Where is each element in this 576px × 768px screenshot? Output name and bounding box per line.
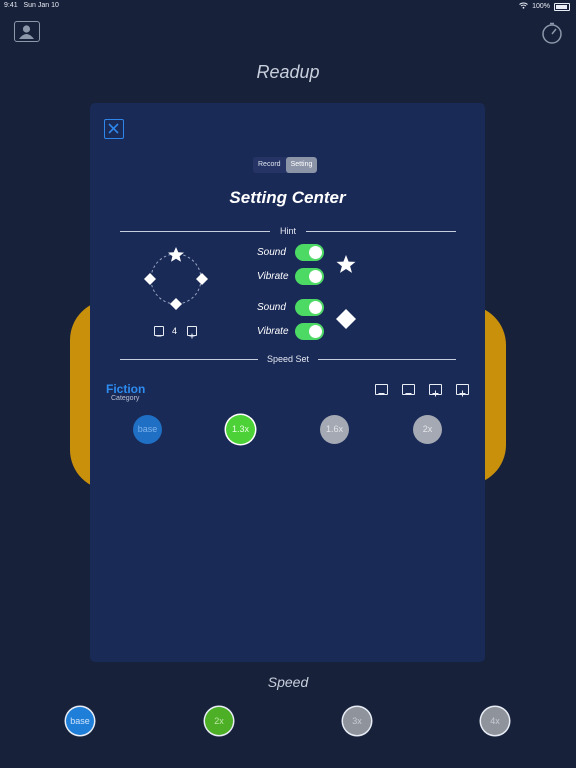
bottom-speed-3x[interactable]: 3x [343,707,371,735]
hint-divider-left [120,231,270,232]
formation-circle [150,253,202,305]
diamond-vibrate-toggle[interactable] [295,323,324,340]
decrement-button[interactable] [154,326,164,337]
settings-panel [90,103,485,662]
speed-option-1.6x[interactable]: 1.6x [320,415,349,444]
formation-diagram [144,247,208,310]
speedset-divider-right [318,359,456,360]
star-icon [168,247,184,262]
hint-divider-right [306,231,456,232]
hint-label: Hint [279,226,296,236]
minus-icon [405,393,412,394]
counter-value: 4 [172,326,178,336]
increment-button[interactable] [187,326,197,339]
diamond-vibrate-label: Vibrate [257,326,289,337]
status-time-date: 9:41 Sun Jan 10 [4,2,59,9]
timer-button[interactable] [540,21,564,45]
plus-icon [432,390,439,397]
category-caption: Category [111,395,140,402]
speed-plus-button-2[interactable] [456,384,469,397]
speed-option-base[interactable]: base [133,415,162,444]
speed-plus-button-1[interactable] [429,384,442,397]
tab-setting[interactable]: Setting [285,157,318,173]
profile-icon [19,25,34,39]
tab-record[interactable]: Record [253,157,286,173]
diamond-sound-label: Sound [257,302,286,313]
bottom-speed-base[interactable]: base [66,707,94,735]
wifi-icon [519,2,528,11]
battery-percent: 100% [532,3,550,10]
speed-option-2x[interactable]: 2x [413,415,442,444]
plus-icon [189,333,195,339]
diamond-icon [170,298,182,310]
tab-control: Record Setting [253,157,318,173]
diamond-hint-icon [336,309,356,329]
star-hint-icon [336,255,356,273]
diamond-sound-toggle[interactable] [295,299,324,316]
bottom-speed-4x[interactable]: 4x [481,707,509,735]
minus-icon [156,335,162,337]
status-right: 100% [519,2,570,11]
diamond-icon [144,273,156,285]
app-title: Readup [256,62,320,82]
speed-minus-button-2[interactable] [402,384,415,395]
speedset-divider-left [120,359,258,360]
speed-option-1.3x[interactable]: 1.3x [226,415,255,444]
star-vibrate-toggle[interactable] [295,268,324,285]
star-sound-label: Sound [257,247,286,258]
status-bar: 9:41 Sun Jan 10 100% [0,0,576,12]
profile-button[interactable] [14,21,40,42]
close-button[interactable] [104,119,124,139]
minus-icon [378,393,385,394]
star-vibrate-label: Vibrate [257,271,289,282]
speed-minus-button-1[interactable] [375,384,388,395]
category-name[interactable]: Fiction [106,382,145,396]
timer-icon [542,22,562,44]
bottom-speed-2x[interactable]: 2x [205,707,233,735]
page-title: Setting Center [229,188,346,207]
plus-icon [459,390,466,397]
diamond-icon [196,273,208,285]
battery-icon [554,2,570,11]
star-sound-toggle[interactable] [295,244,324,261]
close-icon [108,123,119,134]
speed-label: Speed [267,674,309,690]
speedset-label: Speed Set [266,354,310,364]
